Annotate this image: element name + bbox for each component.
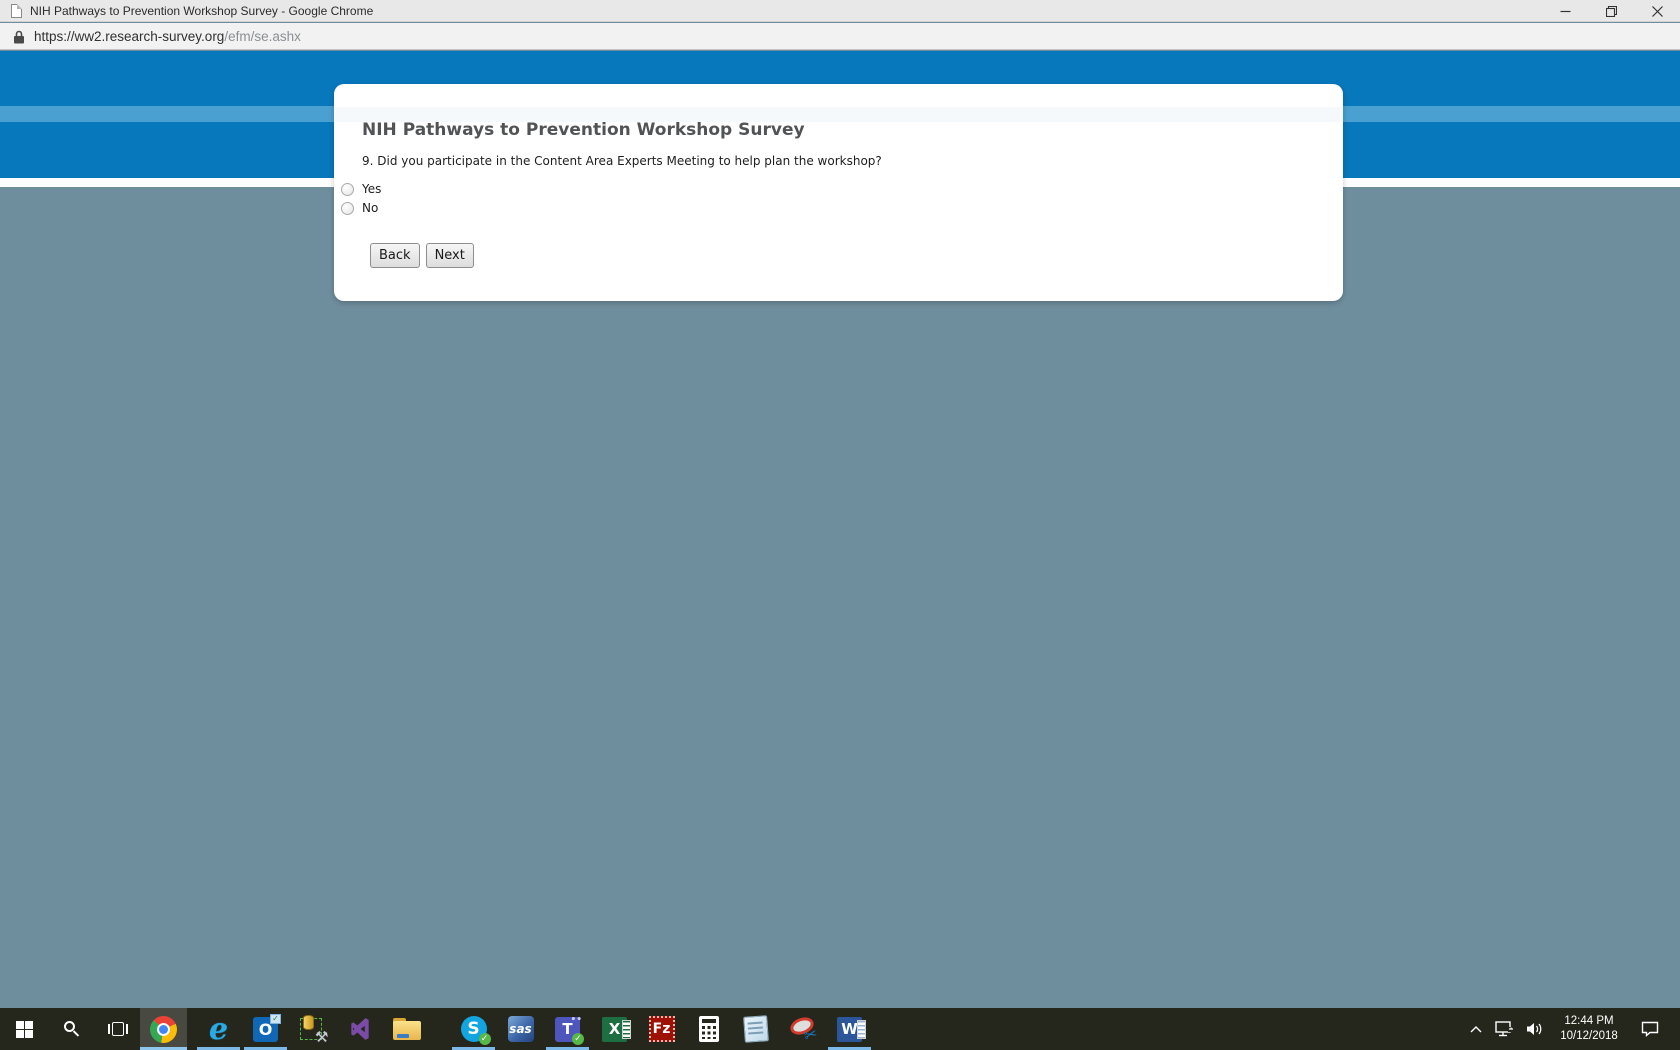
skype-icon: S ✓ — [460, 1016, 491, 1045]
speaker-icon — [1527, 1023, 1542, 1035]
browser-viewport: NIH Pathways to Prevention Workshop Surv… — [0, 51, 1680, 1008]
taskbar-excel-button[interactable]: X — [591, 1008, 638, 1050]
network-icon — [1495, 1021, 1514, 1037]
radio-no[interactable] — [341, 201, 354, 215]
url-domain: https://ww2.research-survey.org — [34, 29, 225, 44]
taskbar-chrome-button[interactable] — [140, 1008, 187, 1050]
task-view-icon — [108, 1022, 128, 1036]
file-explorer-icon — [392, 1018, 421, 1040]
excel-icon: X — [602, 1016, 631, 1042]
next-button[interactable]: Next — [425, 243, 474, 268]
taskbar-file-explorer-button[interactable] — [383, 1008, 430, 1050]
taskbar-filezilla-button[interactable]: Fz — [638, 1008, 685, 1050]
restore-icon — [1605, 5, 1617, 17]
taskbar-search-button[interactable] — [48, 1008, 96, 1050]
taskbar-word-button[interactable]: W — [826, 1008, 873, 1050]
taskbar-sas-button[interactable]: sas — [497, 1008, 544, 1050]
taskbar-notepad-button[interactable] — [732, 1008, 779, 1050]
tray-overflow-button[interactable] — [1462, 1008, 1490, 1050]
taskbar-teams-button[interactable]: T •• ✓ — [544, 1008, 591, 1050]
back-button[interactable]: Back — [370, 243, 420, 268]
taskbar-outlook-button[interactable]: O ✓ — [242, 1008, 289, 1050]
radio-yes-label[interactable]: Yes — [362, 182, 381, 196]
taskbar-visual-studio-button[interactable] — [336, 1008, 383, 1050]
survey-question: 9. Did you participate in the Content Ar… — [362, 154, 882, 168]
volume-tray-button[interactable] — [1520, 1008, 1550, 1050]
calculator-icon — [698, 1016, 719, 1042]
action-center-icon — [1641, 1021, 1659, 1037]
filezilla-icon: Fz — [648, 1016, 675, 1042]
minimize-icon — [1560, 10, 1570, 12]
survey-card: NIH Pathways to Prevention Workshop Surv… — [334, 84, 1343, 301]
address-bar[interactable]: https://ww2.research-survey.org/efm/se.a… — [0, 23, 1680, 50]
window-title: NIH Pathways to Prevention Workshop Surv… — [30, 4, 374, 18]
sas-icon: sas — [507, 1016, 534, 1042]
task-view-button[interactable] — [96, 1008, 140, 1050]
option-row-yes[interactable]: Yes — [341, 180, 381, 198]
url-text[interactable]: https://ww2.research-survey.org/efm/se.a… — [34, 29, 301, 44]
taskbar-calculator-button[interactable] — [685, 1008, 732, 1050]
word-icon: W — [837, 1016, 866, 1042]
teams-icon: T •• ✓ — [555, 1015, 584, 1045]
taskbar-internet-explorer-button[interactable]: e — [195, 1008, 242, 1050]
survey-title: NIH Pathways to Prevention Workshop Surv… — [362, 120, 805, 140]
taskbar: e O ✓ ⚒ S ✓ sas T •• ✓ X Fz ✂ W 12:44 PM… — [0, 1008, 1680, 1050]
taskbar-skype-button[interactable]: S ✓ — [450, 1008, 497, 1050]
restore-button[interactable] — [1588, 0, 1634, 22]
lock-icon — [14, 30, 24, 44]
window-titlebar[interactable]: NIH Pathways to Prevention Workshop Surv… — [0, 0, 1680, 22]
tray-time: 12:44 PM — [1564, 1015, 1614, 1027]
desktop-screen: NIH Pathways to Prevention Workshop Surv… — [0, 0, 1680, 1050]
taskbar-admin-tools-button[interactable]: ⚒ — [289, 1008, 336, 1050]
taskbar-snipping-tool-button[interactable]: ✂ — [779, 1008, 826, 1050]
page-favicon-icon — [11, 4, 22, 18]
admin-tools-icon: ⚒ — [299, 1015, 329, 1046]
snipping-tool-icon: ✂ — [787, 1014, 820, 1045]
system-tray: 12:44 PM 10/12/2018 — [1462, 1008, 1680, 1050]
chrome-icon — [150, 1015, 177, 1043]
close-button[interactable] — [1634, 0, 1680, 22]
internet-explorer-icon: e — [208, 1011, 229, 1047]
notepad-icon — [742, 1015, 769, 1043]
windows-logo-icon — [15, 1020, 33, 1038]
close-icon — [1651, 5, 1663, 17]
outlook-icon: O ✓ — [253, 1013, 281, 1042]
network-tray-button[interactable] — [1490, 1008, 1520, 1050]
visual-studio-icon — [347, 1016, 373, 1042]
survey-nav-buttons: Back Next — [370, 243, 474, 268]
option-row-no[interactable]: No — [341, 199, 378, 217]
radio-yes[interactable] — [341, 182, 354, 196]
chevron-up-icon — [1470, 1025, 1482, 1032]
action-center-button[interactable] — [1628, 1008, 1672, 1050]
minimize-button[interactable] — [1542, 0, 1588, 22]
window-controls — [1542, 0, 1680, 22]
tray-date: 10/12/2018 — [1560, 1030, 1618, 1042]
tray-clock[interactable]: 12:44 PM 10/12/2018 — [1550, 1008, 1628, 1050]
search-icon — [64, 1021, 80, 1037]
radio-no-label[interactable]: No — [362, 201, 378, 215]
start-button[interactable] — [0, 1008, 48, 1050]
url-path: /efm/se.ashx — [224, 29, 301, 44]
